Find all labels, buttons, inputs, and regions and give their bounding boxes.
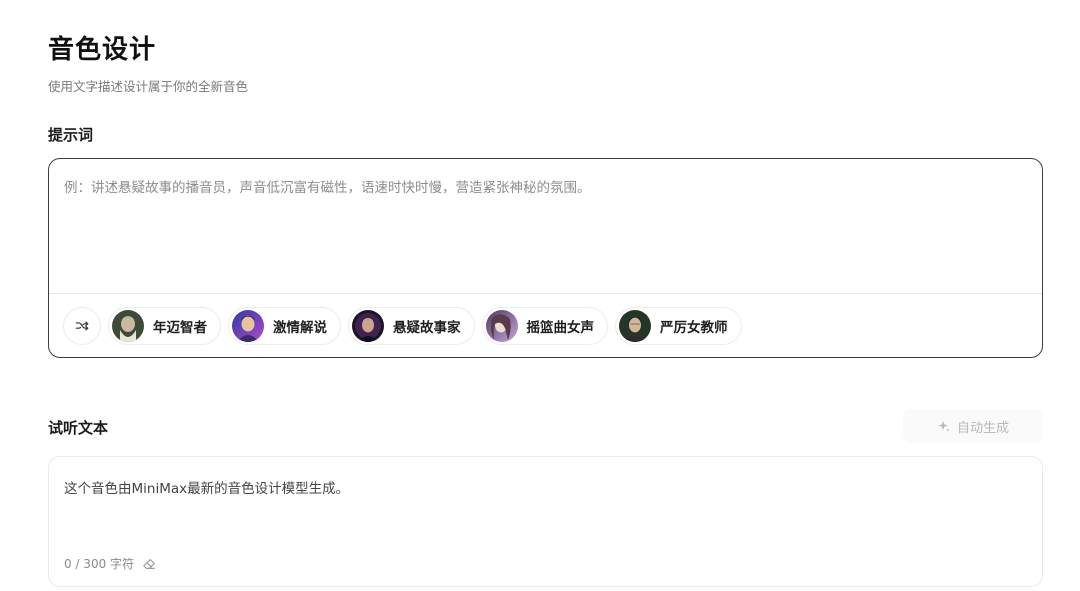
preset-chip-suspense-storyteller[interactable]: 悬疑故事家 (348, 307, 475, 345)
auto-generate-label: 自动生成 (956, 420, 1009, 436)
avatar (352, 310, 384, 342)
clear-text-button[interactable] (142, 557, 156, 571)
shuffle-button[interactable] (63, 307, 101, 345)
preview-footer: 0 / 300 字符 (64, 555, 156, 572)
auto-generate-button[interactable]: 自动生成 (903, 409, 1043, 443)
prompt-section-label: 提示词 (48, 126, 94, 144)
avatar (485, 310, 518, 342)
page-title: 音色设计 (48, 35, 157, 65)
preview-section-label: 试听文本 (48, 419, 109, 437)
page-subtitle: 使用文字描述设计属于你的全新音色 (48, 79, 249, 94)
shuffle-icon (75, 321, 89, 331)
eraser-icon (143, 558, 155, 569)
preset-chip-label: 摇篮曲女声 (526, 320, 595, 336)
preset-chip-strict-female-teacher[interactable]: 严厉女教师 (615, 307, 742, 345)
preset-chip-label: 年迈智者 (153, 320, 207, 336)
prompt-panel: 年迈智者 (48, 158, 1043, 358)
char-counter: 0 / 300 字符 (64, 557, 135, 571)
preset-chip-passionate-commentary[interactable]: 激情解说 (228, 307, 341, 345)
preset-chip-label: 严厉女教师 (660, 320, 728, 336)
avatar (112, 310, 144, 342)
preset-chip-elder-sage[interactable]: 年迈智者 (108, 307, 221, 345)
sparkle-icon (938, 420, 950, 432)
preview-text-input[interactable]: 这个音色由MiniMax最新的音色设计模型生成。 (64, 477, 1024, 537)
preview-panel: 这个音色由MiniMax最新的音色设计模型生成。 0 / 300 字符 (48, 456, 1043, 587)
prompt-divider (49, 293, 1042, 294)
prompt-input[interactable] (64, 176, 1024, 286)
preset-chip-label: 悬疑故事家 (393, 320, 461, 336)
voice-design-page: 音色设计 使用文字描述设计属于你的全新音色 提示词 例：讲述悬疑故事的播音员，声… (0, 0, 1080, 591)
avatar (619, 310, 651, 342)
preset-chip-lullaby-female[interactable]: 摇篮曲女声 (481, 307, 608, 345)
preset-chip-label: 激情解说 (273, 320, 327, 336)
preset-chip-row: 年迈智者 激情解说 悬疑故事家 摇篮曲女声 严厉女教师 (63, 307, 742, 345)
avatar (232, 310, 264, 342)
